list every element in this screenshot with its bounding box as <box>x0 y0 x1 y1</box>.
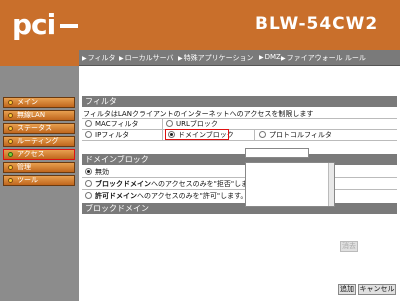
nav-filter[interactable]: ▶フィルタ <box>82 53 116 63</box>
divider <box>82 140 397 141</box>
model-name: BLW-54CW2 <box>255 14 379 34</box>
domain-input[interactable] <box>245 148 309 158</box>
sidebar-top-bar <box>0 50 79 66</box>
sidebar-item-routing[interactable]: ルーティング <box>3 136 75 147</box>
filter-option-ip[interactable]: IPフィルタ <box>85 130 129 140</box>
sidebar-item-tools[interactable]: ツール <box>3 175 75 186</box>
nav-label: フィルタ <box>87 54 116 62</box>
divider <box>162 118 163 140</box>
triangle-right-icon: ▶ <box>178 55 183 62</box>
bullet-icon <box>8 100 13 105</box>
radio-button-selected[interactable] <box>85 168 92 175</box>
filter-option-url-block[interactable]: URLブロック <box>166 119 218 129</box>
header-banner: pci BLW-54CW2 <box>0 0 400 50</box>
triangle-right-icon: ▶ <box>259 54 264 61</box>
domain-block-option-allow[interactable]: 許可ドメインへのアクセスのみを"許可"します。 <box>85 191 247 201</box>
filter-option-mac[interactable]: MACフィルタ <box>85 119 138 129</box>
option-label: IPフィルタ <box>95 131 130 139</box>
radio-button[interactable] <box>85 192 92 199</box>
sidebar-item-admin[interactable]: 管理 <box>3 162 75 173</box>
option-label-bold: 許可ドメイン <box>95 192 137 200</box>
bullet-icon <box>8 178 13 183</box>
option-label-bold: ブロックドメイン <box>95 180 151 188</box>
divider <box>254 129 255 140</box>
cancel-button[interactable]: キャンセル <box>358 284 396 295</box>
nav-label: DMZ <box>264 53 281 61</box>
sidebar-item-label: ステータス <box>17 124 52 132</box>
nav-local-server[interactable]: ▶ローカルサーバ <box>119 53 174 63</box>
bullet-icon <box>8 126 13 131</box>
triangle-right-icon: ▶ <box>281 55 286 62</box>
triangle-right-icon: ▶ <box>119 55 124 62</box>
filter-section-title: フィルタ <box>82 96 397 107</box>
domain-list[interactable] <box>245 162 335 207</box>
bullet-icon <box>8 139 13 144</box>
sidebar-item-label: ルーティング <box>17 137 59 145</box>
listbox-scrollbar[interactable] <box>328 163 334 206</box>
option-label: URLブロック <box>176 120 218 128</box>
block-domain-section-title: ブロックドメイン <box>82 203 397 214</box>
add-button[interactable]: 追加 <box>338 284 356 295</box>
triangle-right-icon: ▶ <box>82 55 87 62</box>
main-content: フィルタ フィルタはLANクライアントのインターネットへのアクセスを制限します … <box>79 66 400 301</box>
filter-option-protocol[interactable]: プロトコルフィルタ <box>259 130 332 140</box>
option-label: へのアクセスのみを"許可"します。 <box>137 192 248 200</box>
divider <box>82 129 397 130</box>
nav-special-apps[interactable]: ▶特殊アプリケーション <box>178 53 254 63</box>
sidebar-item-status[interactable]: ステータス <box>3 123 75 134</box>
svg-text:pci: pci <box>12 8 55 40</box>
radio-button[interactable] <box>85 180 92 187</box>
domain-block-option-disabled[interactable]: 無効 <box>85 167 109 177</box>
nav-firewall-rules[interactable]: ▶ファイアウォール ルール <box>281 53 366 63</box>
sidebar-item-label: メイン <box>17 98 38 106</box>
selection-highlight <box>165 129 229 140</box>
option-label: プロトコルフィルタ <box>269 131 332 139</box>
nav-dmz[interactable]: ▶DMZ <box>259 53 281 61</box>
radio-button[interactable] <box>85 120 92 127</box>
pci-logo: pci <box>12 8 78 40</box>
sidebar-item-wireless-lan[interactable]: 無線LAN <box>3 110 75 121</box>
option-label: MACフィルタ <box>95 120 139 128</box>
delete-button[interactable]: 消去 <box>340 241 358 252</box>
sidebar: メイン 無線LAN ステータス ルーティング アクセス 管理 ツール <box>0 50 79 301</box>
top-nav: ▶フィルタ ▶ローカルサーバ ▶特殊アプリケーション ▶DMZ ▶ファイアウォー… <box>79 50 400 66</box>
sidebar-item-access[interactable]: アクセス <box>3 149 75 160</box>
radio-button[interactable] <box>85 131 92 138</box>
domain-block-section-title: ドメインブロック <box>82 154 397 165</box>
option-label: 無効 <box>95 168 109 176</box>
bullet-icon <box>8 113 13 118</box>
bullet-active-icon <box>8 152 13 157</box>
divider <box>82 177 397 178</box>
sidebar-item-label: 無線LAN <box>17 111 46 119</box>
divider <box>82 189 397 190</box>
sidebar-item-label: アクセス <box>17 150 45 158</box>
nav-label: ローカルサーバ <box>124 54 174 62</box>
nav-label: 特殊アプリケーション <box>183 54 254 62</box>
bullet-icon <box>8 165 13 170</box>
radio-button[interactable] <box>166 120 173 127</box>
domain-block-option-deny[interactable]: ブロックドメインへのアクセスのみを"拒否"します。 <box>85 179 261 189</box>
sidebar-item-label: ツール <box>17 176 38 184</box>
radio-button[interactable] <box>259 131 266 138</box>
sidebar-item-main[interactable]: メイン <box>3 97 75 108</box>
sidebar-item-label: 管理 <box>17 163 31 171</box>
nav-label: ファイアウォール ルール <box>286 54 366 62</box>
